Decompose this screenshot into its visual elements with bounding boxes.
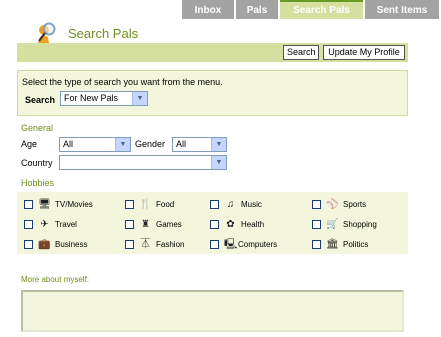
hobby-checkbox[interactable] (125, 239, 134, 249)
general-heading: General (21, 123, 54, 133)
hobby-label: Food (156, 199, 175, 209)
tab-pals[interactable]: Pals (236, 0, 278, 19)
hobby-checkbox[interactable] (210, 239, 219, 249)
hobby-food[interactable]: 🍴 Food (125, 198, 174, 210)
health-icon: ✿ (226, 218, 235, 230)
hobby-fashion[interactable]: ⏄ Fashion (125, 238, 184, 250)
hobby-checkbox[interactable] (312, 219, 321, 229)
hobby-label: Shopping (343, 219, 377, 229)
hobby-label: Sports (343, 199, 367, 209)
computer-icon: 🖳 (224, 238, 238, 250)
hobby-politics[interactable]: 🏛 Politics (312, 238, 368, 250)
age-label: Age (21, 139, 38, 149)
hobby-shopping[interactable]: 🛒 Shopping (312, 218, 377, 230)
hobby-games[interactable]: ♜ Games (125, 218, 182, 230)
hobby-checkbox[interactable] (210, 219, 219, 229)
search-instruction: Select the type of search you want from … (22, 77, 223, 87)
search-type-panel: Select the type of search you want from … (17, 70, 408, 116)
hobby-checkbox[interactable] (312, 199, 321, 209)
hobby-label: TV/Movies (55, 199, 93, 209)
tab-inbox[interactable]: Inbox (182, 0, 234, 19)
hobbies-heading: Hobbies (21, 178, 55, 188)
joystick-icon: ♜ (141, 218, 150, 230)
hobby-checkbox[interactable] (125, 199, 134, 209)
age-select[interactable]: All ▼ (59, 137, 131, 152)
gender-select[interactable]: All ▼ (172, 137, 227, 152)
hobby-checkbox[interactable] (125, 219, 134, 229)
hobby-checkbox[interactable] (24, 219, 33, 229)
shopping-cart-icon: 🛒 (326, 218, 339, 230)
hobby-sports[interactable]: ⚾ Sports (312, 198, 366, 210)
toolbar: Search Update My Profile (17, 43, 408, 62)
about-label: More about myself: (21, 275, 90, 284)
gender-value: All (176, 139, 187, 149)
chevron-down-icon[interactable]: ▼ (211, 138, 226, 151)
politics-icon: 🏛 (326, 238, 339, 250)
sports-icon: ⚾ (326, 198, 339, 210)
hobby-label: Health (241, 219, 265, 229)
hobby-travel[interactable]: ✈ Travel (24, 218, 77, 230)
tab-sent-items[interactable]: Sent Items (365, 0, 439, 19)
hobby-label: Business (55, 239, 88, 249)
tab-search-pals[interactable]: Search Pals (280, 0, 363, 19)
chevron-down-icon[interactable]: ▼ (115, 138, 130, 151)
hanger-icon: ⏄ (140, 238, 151, 250)
chevron-down-icon[interactable]: ▼ (211, 156, 226, 169)
music-note-icon: ♫ (226, 198, 235, 210)
search-type-select[interactable]: For New Pals ▼ (60, 91, 148, 106)
hobby-label: Games (156, 219, 182, 229)
search-button[interactable]: Search (283, 45, 319, 60)
hobby-label: Fashion (156, 239, 185, 249)
hobby-health[interactable]: ✿ Health (210, 218, 264, 230)
hobby-checkbox[interactable] (24, 239, 33, 249)
hobby-label: Music (241, 199, 262, 209)
age-value: All (63, 139, 74, 149)
hobby-label: Computers (238, 239, 278, 249)
hobby-label: Politics (343, 239, 369, 249)
search-type-value: For New Pals (64, 93, 119, 103)
hobby-tv-movies[interactable]: 🖥 TV/Movies (24, 198, 93, 210)
hobby-computers[interactable]: 🖳 Computers (210, 238, 277, 250)
hobby-label: Travel (55, 219, 77, 229)
hobby-checkbox[interactable] (24, 199, 33, 209)
fork-knife-icon: 🍴 (139, 198, 152, 210)
tv-icon: 🖥 (38, 198, 51, 210)
hobbies-panel: 🖥 TV/Movies 🍴 Food ♫ Music ⚾ Sports ✈ Tr… (17, 192, 408, 254)
briefcase-icon: 💼 (38, 238, 51, 250)
search-label: Search (25, 95, 56, 105)
country-label: Country (21, 158, 53, 168)
hobby-music[interactable]: ♫ Music (210, 198, 262, 210)
hobby-checkbox[interactable] (210, 199, 219, 209)
airplane-icon: ✈ (40, 218, 49, 230)
gender-label: Gender (135, 139, 166, 149)
hobby-checkbox[interactable] (312, 239, 321, 249)
chevron-down-icon[interactable]: ▼ (132, 92, 147, 105)
update-profile-button[interactable]: Update My Profile (323, 45, 405, 60)
country-select[interactable]: ▼ (59, 155, 227, 170)
about-textarea[interactable] (21, 290, 404, 332)
page-title: Search Pals (68, 26, 139, 41)
top-tabs: Inbox Pals Search Pals Sent Items (182, 0, 439, 19)
hobby-business[interactable]: 💼 Business (24, 238, 87, 250)
